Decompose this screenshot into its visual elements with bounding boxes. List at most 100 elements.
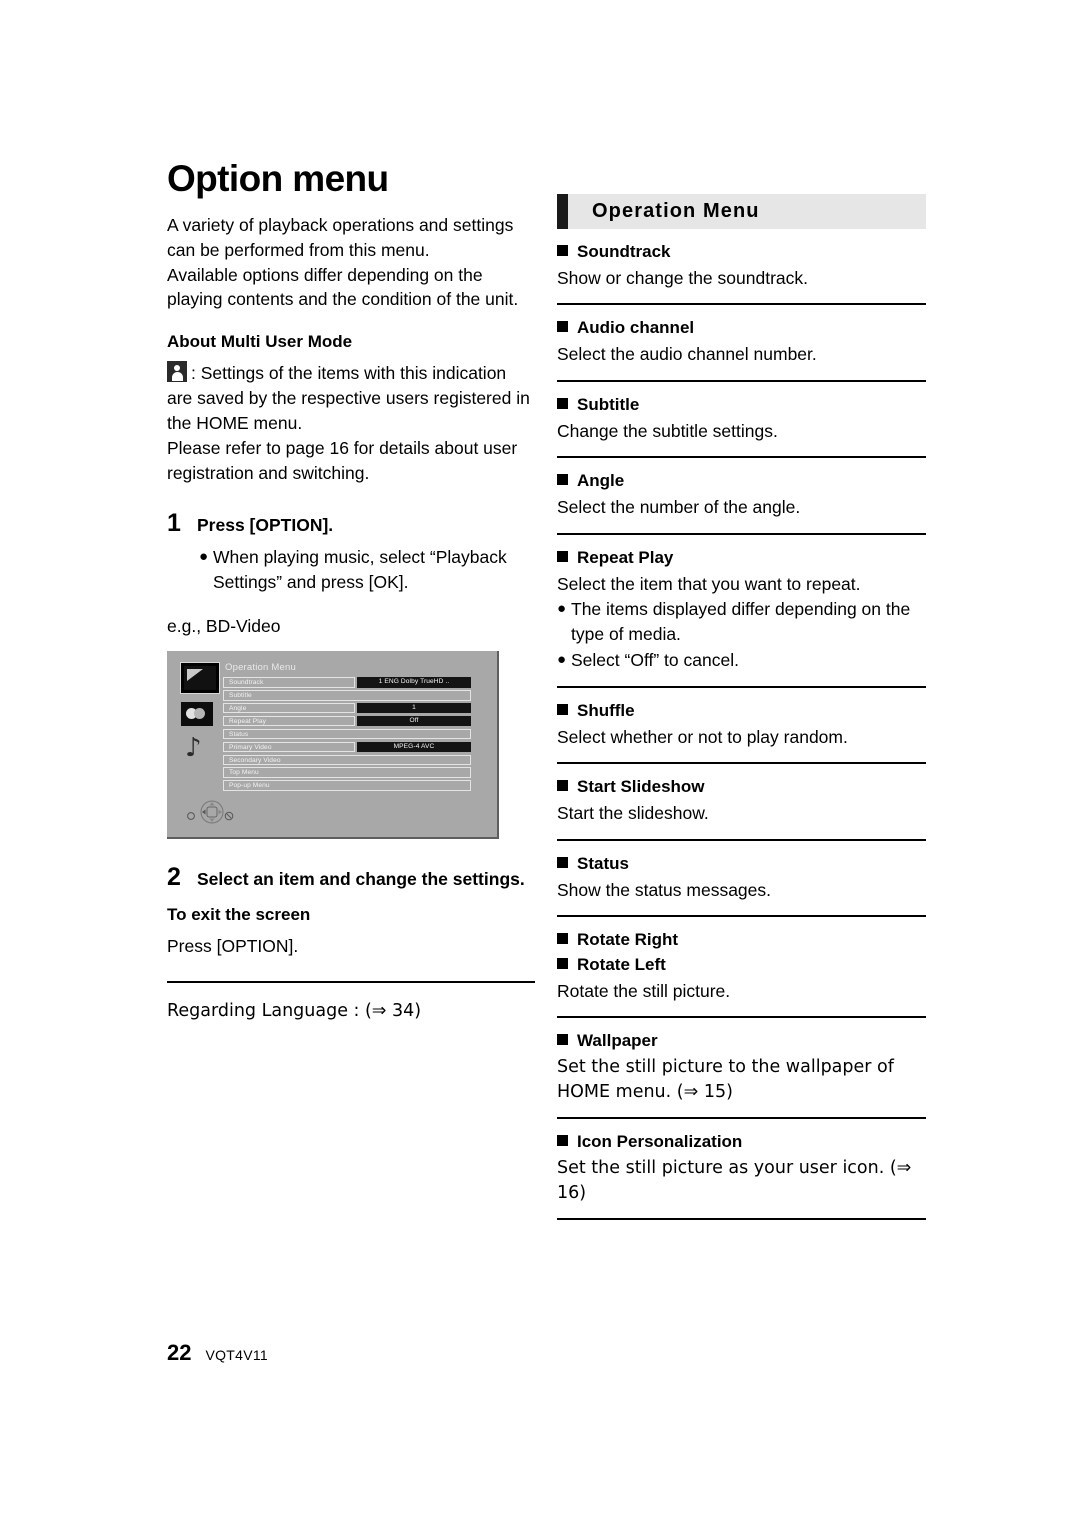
menu-row-label: Primary Video [223, 741, 355, 753]
step-2-text: Select an item and change the settings. [197, 869, 525, 890]
entry-title: Start Slideshow [557, 776, 926, 799]
entry-title: Angle [557, 470, 926, 493]
video-screen-icon [181, 663, 219, 694]
divider [557, 1117, 926, 1120]
divider [557, 1016, 926, 1019]
table-row: Secondary Video [223, 754, 471, 766]
divider [557, 456, 926, 459]
square-bullet-icon [557, 397, 568, 409]
entry-title: Soundtrack [557, 241, 926, 264]
entry-description: Show or change the soundtrack. [557, 267, 808, 288]
list-item: ● Select “Off” to cancel. [557, 648, 926, 673]
divider [557, 762, 926, 765]
step-2: 2 Select an item and change the settings… [167, 865, 535, 891]
entry-description: Select whether or not to play random. [557, 726, 848, 747]
entry-description: Select the audio channel number. [557, 344, 817, 365]
operation-menu-screenshot: ♪ Operation Menu Soundtrack 1 ENG Dolby … [167, 651, 499, 840]
entry-subtitle: Subtitle Change the subtitle settings. [557, 394, 926, 443]
entry-title: Audio channel [557, 317, 926, 340]
table-row: Primary Video MPEG-4 AVC [223, 741, 471, 753]
bullet-dot-icon: ● [557, 600, 567, 618]
menu-row-label: Pop-up Menu [223, 780, 471, 791]
footer-document-code: VQT4V11 [205, 1347, 269, 1363]
square-bullet-icon [557, 321, 568, 333]
step-1: 1 Press [OPTION]. [167, 511, 535, 537]
table-row: Soundtrack 1 ENG Dolby TrueHD .. [223, 677, 471, 688]
multi-user-paragraph-1: : Settings of the items with this indica… [167, 361, 535, 436]
entry-title-text: Rotate Right [577, 930, 679, 949]
right-column: Operation Menu Soundtrack Show or change… [557, 194, 926, 1232]
divider [557, 915, 926, 917]
manual-page: Option menu A variety of playback operat… [0, 0, 1080, 1526]
entry-title-text: Soundtrack [577, 242, 671, 261]
entry-title: Subtitle [557, 394, 926, 417]
entry-title-text: Rotate Left [577, 954, 666, 974]
entry-description: Rotate the still picture. [557, 980, 731, 1001]
intro-paragraph-2: Available options differ depending on th… [167, 264, 519, 310]
exit-screen-heading: To exit the screen [167, 904, 311, 924]
multi-user-paragraph-1-text: : Settings of the items with this indica… [167, 363, 530, 433]
list-item: ● When playing music, select “Playback S… [199, 545, 535, 594]
square-bullet-icon [557, 1135, 568, 1147]
divider [557, 379, 926, 382]
square-bullet-icon [557, 957, 568, 969]
divider [557, 303, 926, 306]
left-column: Option menu A variety of playback operat… [167, 159, 535, 1024]
entry-title-text: Subtitle [577, 394, 640, 414]
menu-row-label: Top Menu [223, 767, 471, 778]
entry-title-secondary: Rotate Left [557, 954, 926, 977]
music-note-icon: ♪ [185, 733, 202, 764]
square-bullet-icon [557, 933, 568, 944]
entry-title-text: Start Slideshow [577, 777, 705, 797]
menu-row-label: Angle [223, 702, 355, 714]
menu-row-value: MPEG-4 AVC [357, 741, 471, 753]
table-row: Status [223, 728, 471, 740]
table-row: Top Menu [223, 767, 471, 778]
entry-description: Set the still picture to the wallpaper o… [557, 1057, 894, 1102]
divider [557, 838, 926, 841]
screenshot-icon-column: ♪ [181, 663, 219, 764]
header-accent-bar [557, 194, 568, 229]
entry-title: Icon Personalization [557, 1131, 926, 1154]
picture-disc-icon [181, 702, 213, 727]
square-bullet-icon [557, 1034, 568, 1046]
entry-title-text: Repeat Play [577, 547, 674, 567]
multi-user-paragraph-2: Please refer to page 16 for details abou… [167, 437, 518, 483]
footer-page-number: 22 [167, 1340, 192, 1365]
table-row: Pop-up Menu [223, 780, 471, 791]
entry-description: Show the status messages. [557, 879, 771, 900]
step-2-number: 2 [167, 863, 181, 892]
entry-description: Set the still picture as your user icon.… [557, 1158, 912, 1203]
menu-row-label: Soundtrack [223, 677, 355, 688]
entry-description: Start the slideshow. [557, 803, 709, 824]
bullet-text: The items displayed differ depending on … [571, 599, 911, 644]
entry-audio-channel: Audio channel Select the audio channel n… [557, 317, 926, 366]
section-header-operation-menu: Operation Menu [557, 194, 926, 229]
bullet-dot-icon: ● [199, 548, 209, 566]
regarding-language-note: Regarding Language : (⇒ 34) [167, 1000, 422, 1021]
bullet-text: Select “Off” to cancel. [571, 650, 739, 671]
dpad-navigation-icon [185, 799, 245, 825]
entry-angle: Angle Select the number of the angle. [557, 470, 926, 519]
menu-row-label: Secondary Video [223, 754, 471, 766]
entry-bullets: ● The items displayed differ depending o… [557, 597, 926, 673]
menu-row-value: 1 ENG Dolby TrueHD .. [357, 677, 471, 688]
square-bullet-icon [557, 550, 568, 562]
table-row: Repeat Play Off [223, 715, 471, 727]
entry-description: Change the subtitle settings. [557, 420, 778, 441]
menu-row-label: Subtitle [223, 690, 471, 701]
example-label: e.g., BD-Video [167, 616, 281, 637]
menu-row-value: Off [357, 715, 471, 727]
table-row: Subtitle [223, 690, 471, 701]
entry-title: Rotate Right [557, 929, 926, 952]
square-bullet-icon [557, 703, 568, 715]
entry-soundtrack: Soundtrack Show or change the soundtrack… [557, 241, 926, 290]
entry-title-text: Wallpaper [577, 1031, 658, 1051]
entry-wallpaper: Wallpaper Set the still picture to the w… [557, 1030, 926, 1104]
exit-screen-text: Press [OPTION]. [167, 935, 299, 956]
bullet-dot-icon: ● [557, 651, 567, 669]
step-1-bullet-text: When playing music, select “Playback Set… [213, 547, 507, 592]
entry-description: Select the number of the angle. [557, 497, 801, 518]
user-silhouette-icon [167, 361, 187, 383]
divider [557, 1218, 926, 1221]
